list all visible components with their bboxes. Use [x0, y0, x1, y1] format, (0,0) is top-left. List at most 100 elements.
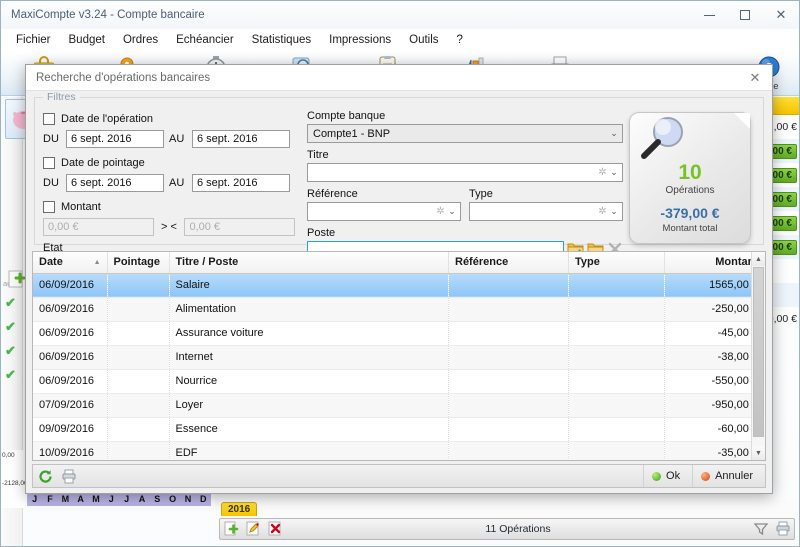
results-vertical-scrollbar[interactable]: ▲ ▼	[751, 252, 765, 460]
column-header-pointage[interactable]: Pointage	[107, 252, 170, 274]
print-button[interactable]	[57, 469, 81, 484]
cell-pointage	[107, 321, 170, 346]
montant-checkbox[interactable]	[43, 200, 55, 213]
montant-max-input[interactable]: 0,00 €	[184, 218, 295, 236]
montant-row[interactable]: Montant	[43, 198, 295, 215]
status-filter-button[interactable]	[750, 521, 772, 537]
menu-outils[interactable]: Outils	[400, 31, 447, 49]
status-delete-button[interactable]	[264, 521, 286, 537]
column-header-titre-poste[interactable]: Titre / Poste	[169, 252, 449, 274]
cell-titre: Alimentation	[169, 297, 449, 322]
gear-icon[interactable]: ✲	[597, 167, 608, 178]
status-edit-button[interactable]	[242, 521, 264, 537]
cell-reference	[448, 297, 569, 322]
date-pointage-du-input[interactable]: 6 sept. 2016	[66, 174, 164, 192]
chart-month: F	[47, 494, 53, 504]
table-row[interactable]: 10/09/2016 EDF -35,00 €	[33, 441, 765, 460]
table-row[interactable]: 09/09/2016 Essence -60,00 €	[33, 417, 765, 442]
column-header-montant[interactable]: Montant	[664, 252, 765, 274]
rail-check-4: ✔	[5, 367, 16, 382]
results-table: Date ▲ Pointage Titre / Poste Référence …	[33, 252, 765, 460]
gear-icon[interactable]: ✲	[435, 206, 446, 217]
date-pointage-du-label: DU	[43, 177, 59, 189]
table-row[interactable]: 07/09/2016 Loyer -950,00 €	[33, 393, 765, 418]
ok-label: Ok	[666, 470, 681, 482]
cell-titre: Nourrice	[169, 369, 449, 394]
refresh-icon	[38, 469, 52, 483]
cell-montant: -45,00 €	[664, 321, 765, 346]
filters-group: Filtres Date de l'opération DU 6 sept. 2…	[34, 91, 764, 275]
date-pointage-checkbox[interactable]	[43, 156, 55, 169]
minimize-button[interactable]	[691, 1, 727, 29]
date-operation-du-input[interactable]: 6 sept. 2016	[66, 130, 164, 148]
app-title: MaxiCompte v3.24 - Compte bancaire	[11, 9, 205, 21]
cell-pointage	[107, 273, 170, 298]
titre-select[interactable]: ✲ ⌄	[307, 163, 623, 182]
gear-icon[interactable]: ✲	[597, 206, 608, 217]
chart-month: A	[77, 494, 84, 504]
menu-help[interactable]: ?	[448, 31, 472, 49]
ok-button[interactable]: Ok	[643, 465, 692, 487]
filters-right-column: 10 Opérations -379,00 € Montant total	[623, 110, 755, 244]
refresh-button[interactable]	[33, 469, 57, 484]
cell-titre: Salaire	[169, 273, 449, 298]
date-operation-checkbox[interactable]	[43, 112, 55, 125]
scroll-up-button[interactable]: ▲	[752, 252, 765, 266]
cell-reference	[448, 273, 569, 298]
rail-check-3: ✔	[5, 343, 16, 358]
menu-ordres[interactable]: Ordres	[114, 31, 167, 49]
column-header-date[interactable]: Date ▲	[33, 252, 108, 274]
cell-type	[568, 345, 665, 370]
table-row[interactable]: 06/09/2016 Assurance voiture -45,00 €	[33, 321, 765, 346]
table-row[interactable]: 06/09/2016 Salaire 1565,00 €	[33, 273, 765, 298]
status-print-button[interactable]	[772, 521, 794, 537]
status-add-button[interactable]	[220, 521, 242, 537]
cancel-button[interactable]: Annuler	[692, 465, 765, 487]
column-header-type[interactable]: Type	[568, 252, 665, 274]
menu-impressions[interactable]: Impressions	[320, 31, 400, 49]
date-pointage-au-input[interactable]: 6 sept. 2016	[192, 174, 290, 192]
reference-select[interactable]: ✲ ⌄	[307, 202, 461, 221]
compte-banque-select[interactable]: Compte1 - BNP ⌄	[307, 124, 623, 143]
chart-month: A	[138, 494, 146, 504]
status-strip: 2016 11 Opérations	[215, 500, 799, 546]
montant-min-input[interactable]: 0,00 €	[43, 218, 154, 236]
cell-titre: EDF	[169, 441, 449, 460]
table-row[interactable]: 06/09/2016 Alimentation -250,00 €	[33, 297, 765, 322]
cell-reference	[448, 441, 569, 460]
main-menubar: Fichier Budget Ordres Echéancier Statist…	[1, 29, 799, 51]
cell-type	[568, 321, 665, 346]
column-label-date: Date	[39, 256, 63, 269]
menu-statistiques[interactable]: Statistiques	[243, 31, 320, 49]
filters-left-column: Date de l'opération DU 6 sept. 2016 AU 6…	[43, 110, 295, 275]
date-pointage-range: DU 6 sept. 2016 AU 6 sept. 2016	[43, 174, 295, 192]
year-tab-2016[interactable]: 2016	[221, 502, 258, 516]
scroll-thumb[interactable]	[753, 267, 764, 437]
date-operation-label: Date de l'opération	[61, 112, 153, 125]
chart-month-axis: J F M A M J J A S O N D	[27, 492, 211, 506]
type-select[interactable]: ✲ ⌄	[469, 202, 623, 221]
column-header-reference[interactable]: Référence	[448, 252, 569, 274]
menu-echeancier[interactable]: Echéancier	[167, 31, 243, 49]
dialog-close-button[interactable]: ✕	[742, 67, 768, 89]
close-button[interactable]: ✕	[763, 1, 799, 29]
cell-pointage	[107, 417, 170, 442]
chart-month: J	[32, 494, 38, 504]
table-header-row: Date ▲ Pointage Titre / Poste Référence …	[33, 252, 765, 274]
cell-reference	[448, 417, 569, 442]
date-pointage-row[interactable]: Date de pointage	[43, 154, 295, 171]
rail-check-2: ✔	[5, 319, 16, 334]
page-fold-decoration	[734, 113, 750, 129]
table-row[interactable]: 06/09/2016 Internet -38,00 €	[33, 345, 765, 370]
table-row[interactable]: 06/09/2016 Nourrice -550,00 €	[33, 369, 765, 394]
maximize-button[interactable]	[727, 1, 763, 29]
cell-date: 06/09/2016	[33, 321, 108, 346]
menu-budget[interactable]: Budget	[60, 31, 114, 49]
scroll-down-button[interactable]: ▼	[752, 446, 765, 460]
date-operation-au-input[interactable]: 6 sept. 2016	[192, 130, 290, 148]
magnifier-icon	[641, 117, 683, 159]
date-operation-row[interactable]: Date de l'opération	[43, 110, 295, 127]
menu-fichier[interactable]: Fichier	[7, 31, 60, 49]
type-label: Type	[469, 188, 493, 200]
add-operation-button[interactable]	[7, 269, 27, 289]
